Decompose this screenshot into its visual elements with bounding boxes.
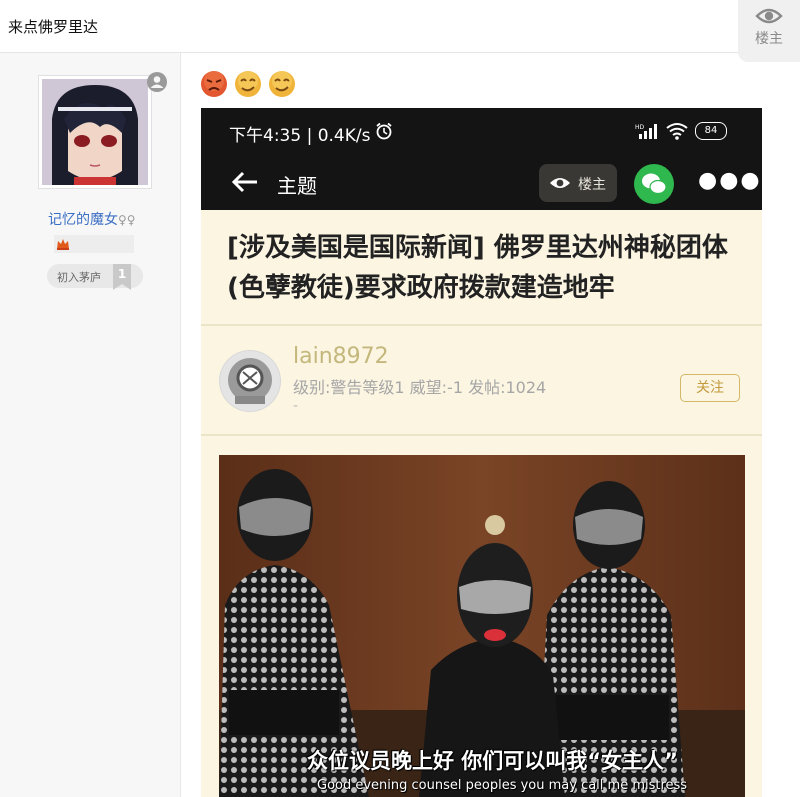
poster-meta: 级别:警告等级1 威望:-1 发帖:1024 — [293, 378, 547, 397]
nav-only-op-button[interactable]: 楼主 — [539, 164, 617, 202]
post-title: [涉及美国是国际新闻] 佛罗里达州神秘团体(色孽教徒)要求政府拨款建造地牢 — [227, 233, 728, 303]
gender-icon-2: ♀ — [126, 213, 136, 227]
rank-badge: 初入茅庐 1 — [47, 264, 143, 290]
alarm-icon — [376, 122, 392, 140]
signal-icon: HD — [635, 124, 657, 139]
nav-title: 主题 — [277, 174, 317, 198]
phone-nav-bar: 主题 楼主 ●●● — [201, 156, 762, 210]
thread-header: 来点佛罗里达 — [0, 0, 800, 53]
avatar[interactable] — [38, 75, 152, 189]
emoji-row — [200, 70, 297, 102]
poster-name[interactable]: lain8972 — [293, 344, 389, 369]
author-sidebar: 记忆的魔女♀♀ 初入茅庐 1 — [0, 53, 181, 797]
only-op-button[interactable]: 楼主 — [738, 0, 800, 62]
smirk-face-icon — [269, 71, 296, 97]
subtitle-chinese: 众位议员晚上好 你们可以叫我“女主人” — [307, 749, 678, 773]
diving-helmet-icon — [220, 351, 280, 411]
angry-face-icon — [201, 71, 227, 97]
gender-icon: ♀ — [118, 213, 127, 227]
post-photo: 众位议员晚上好 你们可以叫我“女主人” Good evening counsel… — [219, 455, 745, 797]
medal-bar — [54, 235, 134, 253]
rank-label: 初入茅庐 — [57, 271, 101, 284]
more-options-icon[interactable]: ●●● — [698, 168, 762, 193]
subtitle-english: Good evening counsel peoples you may cal… — [317, 778, 688, 793]
smirk-face-icon — [235, 71, 262, 97]
poster-separator: - — [293, 398, 299, 414]
thread-title: 来点佛罗里达 — [8, 18, 99, 36]
wifi-icon — [666, 123, 688, 140]
only-op-label: 楼主 — [755, 31, 783, 47]
medal-icon[interactable] — [56, 237, 70, 251]
phone-status-bar: 下午4:35 | 0.4K/s HD 84 — [201, 108, 762, 156]
divider — [201, 434, 762, 436]
back-arrow-icon[interactable] — [231, 170, 259, 194]
eye-icon — [755, 8, 783, 24]
poster-row: lain8972 级别:警告等级1 威望:-1 发帖:1024 - 关注 — [201, 326, 762, 434]
avatar-image — [42, 79, 148, 185]
user-status-icon — [147, 72, 167, 92]
rank-level: 1 — [113, 264, 131, 290]
wechat-icon — [642, 173, 667, 195]
battery-level: 84 — [704, 125, 718, 136]
author-name: 记忆的魔女 — [48, 212, 118, 228]
battery-indicator: 84 — [695, 122, 727, 140]
poster-avatar[interactable] — [219, 350, 281, 412]
status-time: 下午4:35 | 0.4K/s — [229, 126, 371, 146]
svg-text:HD: HD — [635, 124, 645, 131]
nav-only-op-label: 楼主 — [578, 177, 606, 193]
wechat-share-button[interactable] — [634, 164, 674, 204]
author-name-link[interactable]: 记忆的魔女♀♀ — [48, 209, 136, 229]
follow-button[interactable]: 关注 — [680, 374, 740, 402]
eye-icon — [550, 178, 570, 188]
embedded-screenshot[interactable]: 下午4:35 | 0.4K/s HD 84 主题 楼主 ●●● [涉及美国是国际… — [201, 108, 762, 797]
